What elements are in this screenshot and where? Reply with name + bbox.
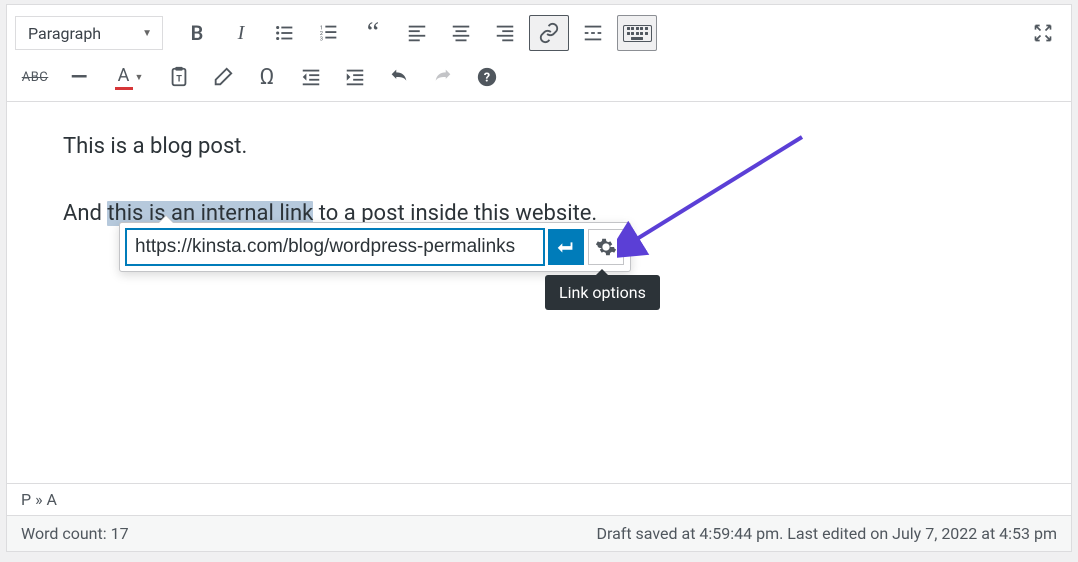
numbered-list-button[interactable]: 123 (309, 15, 349, 51)
bullet-list-button[interactable] (265, 15, 305, 51)
format-select[interactable]: Paragraph (15, 16, 163, 50)
bold-button[interactable]: B (177, 15, 217, 51)
align-center-button[interactable] (441, 15, 481, 51)
fullscreen-icon (1033, 23, 1053, 43)
paste-text-button[interactable]: T (159, 59, 199, 95)
help-button[interactable]: ? (467, 59, 507, 95)
align-left-button[interactable] (397, 15, 437, 51)
outdent-icon (300, 66, 322, 88)
apply-icon (555, 236, 577, 258)
apply-link-button[interactable] (548, 229, 584, 265)
svg-text:?: ? (484, 71, 490, 86)
fullscreen-button[interactable] (1023, 15, 1063, 51)
gear-icon (595, 236, 617, 258)
align-left-icon (406, 22, 428, 44)
indent-icon (344, 66, 366, 88)
link-url-input[interactable] (126, 229, 544, 265)
editor-content[interactable]: This is a blog post. And this is an inte… (7, 102, 1071, 483)
undo-button[interactable] (379, 59, 419, 95)
blockquote-button[interactable]: “ (353, 15, 393, 51)
strikethrough-button[interactable]: ABC (15, 59, 55, 95)
eraser-icon (212, 66, 234, 88)
outdent-button[interactable] (291, 59, 331, 95)
word-count: Word count: 17 (21, 524, 129, 543)
hr-button[interactable]: — (59, 59, 99, 95)
svg-text:T: T (176, 75, 182, 85)
link-button[interactable] (529, 15, 569, 51)
align-center-icon (450, 22, 472, 44)
link-options-button[interactable] (588, 229, 624, 265)
link-popup: Link options (119, 222, 631, 272)
bullet-list-icon (274, 22, 296, 44)
keyboard-icon (623, 25, 652, 42)
undo-icon (388, 66, 410, 88)
element-path[interactable]: P » A (7, 484, 1071, 516)
numbered-list-icon: 123 (318, 22, 340, 44)
special-char-button[interactable]: Ω (247, 59, 287, 95)
svg-text:3: 3 (320, 36, 323, 42)
status-bar: P » A Word count: 17 Draft saved at 4:59… (7, 483, 1071, 551)
help-icon: ? (476, 66, 498, 88)
align-right-icon (494, 22, 516, 44)
toolbar-toggle-button[interactable] (617, 15, 657, 51)
align-right-button[interactable] (485, 15, 525, 51)
read-more-icon (582, 22, 604, 44)
clear-formatting-button[interactable] (203, 59, 243, 95)
draft-info: Draft saved at 4:59:44 pm. Last edited o… (596, 524, 1057, 543)
redo-button[interactable] (423, 59, 463, 95)
indent-button[interactable] (335, 59, 375, 95)
text-color-button[interactable]: A ▼ (103, 59, 155, 95)
content-line-1: This is a blog post. (63, 132, 1015, 163)
clipboard-icon: T (168, 66, 190, 88)
format-select-label: Paragraph (28, 24, 101, 43)
read-more-button[interactable] (573, 15, 613, 51)
italic-button[interactable]: I (221, 15, 261, 51)
link-options-tooltip: Link options (545, 275, 660, 310)
redo-icon (432, 66, 454, 88)
link-icon (538, 22, 560, 44)
editor-toolbar: Paragraph B I 123 “ (7, 5, 1071, 102)
